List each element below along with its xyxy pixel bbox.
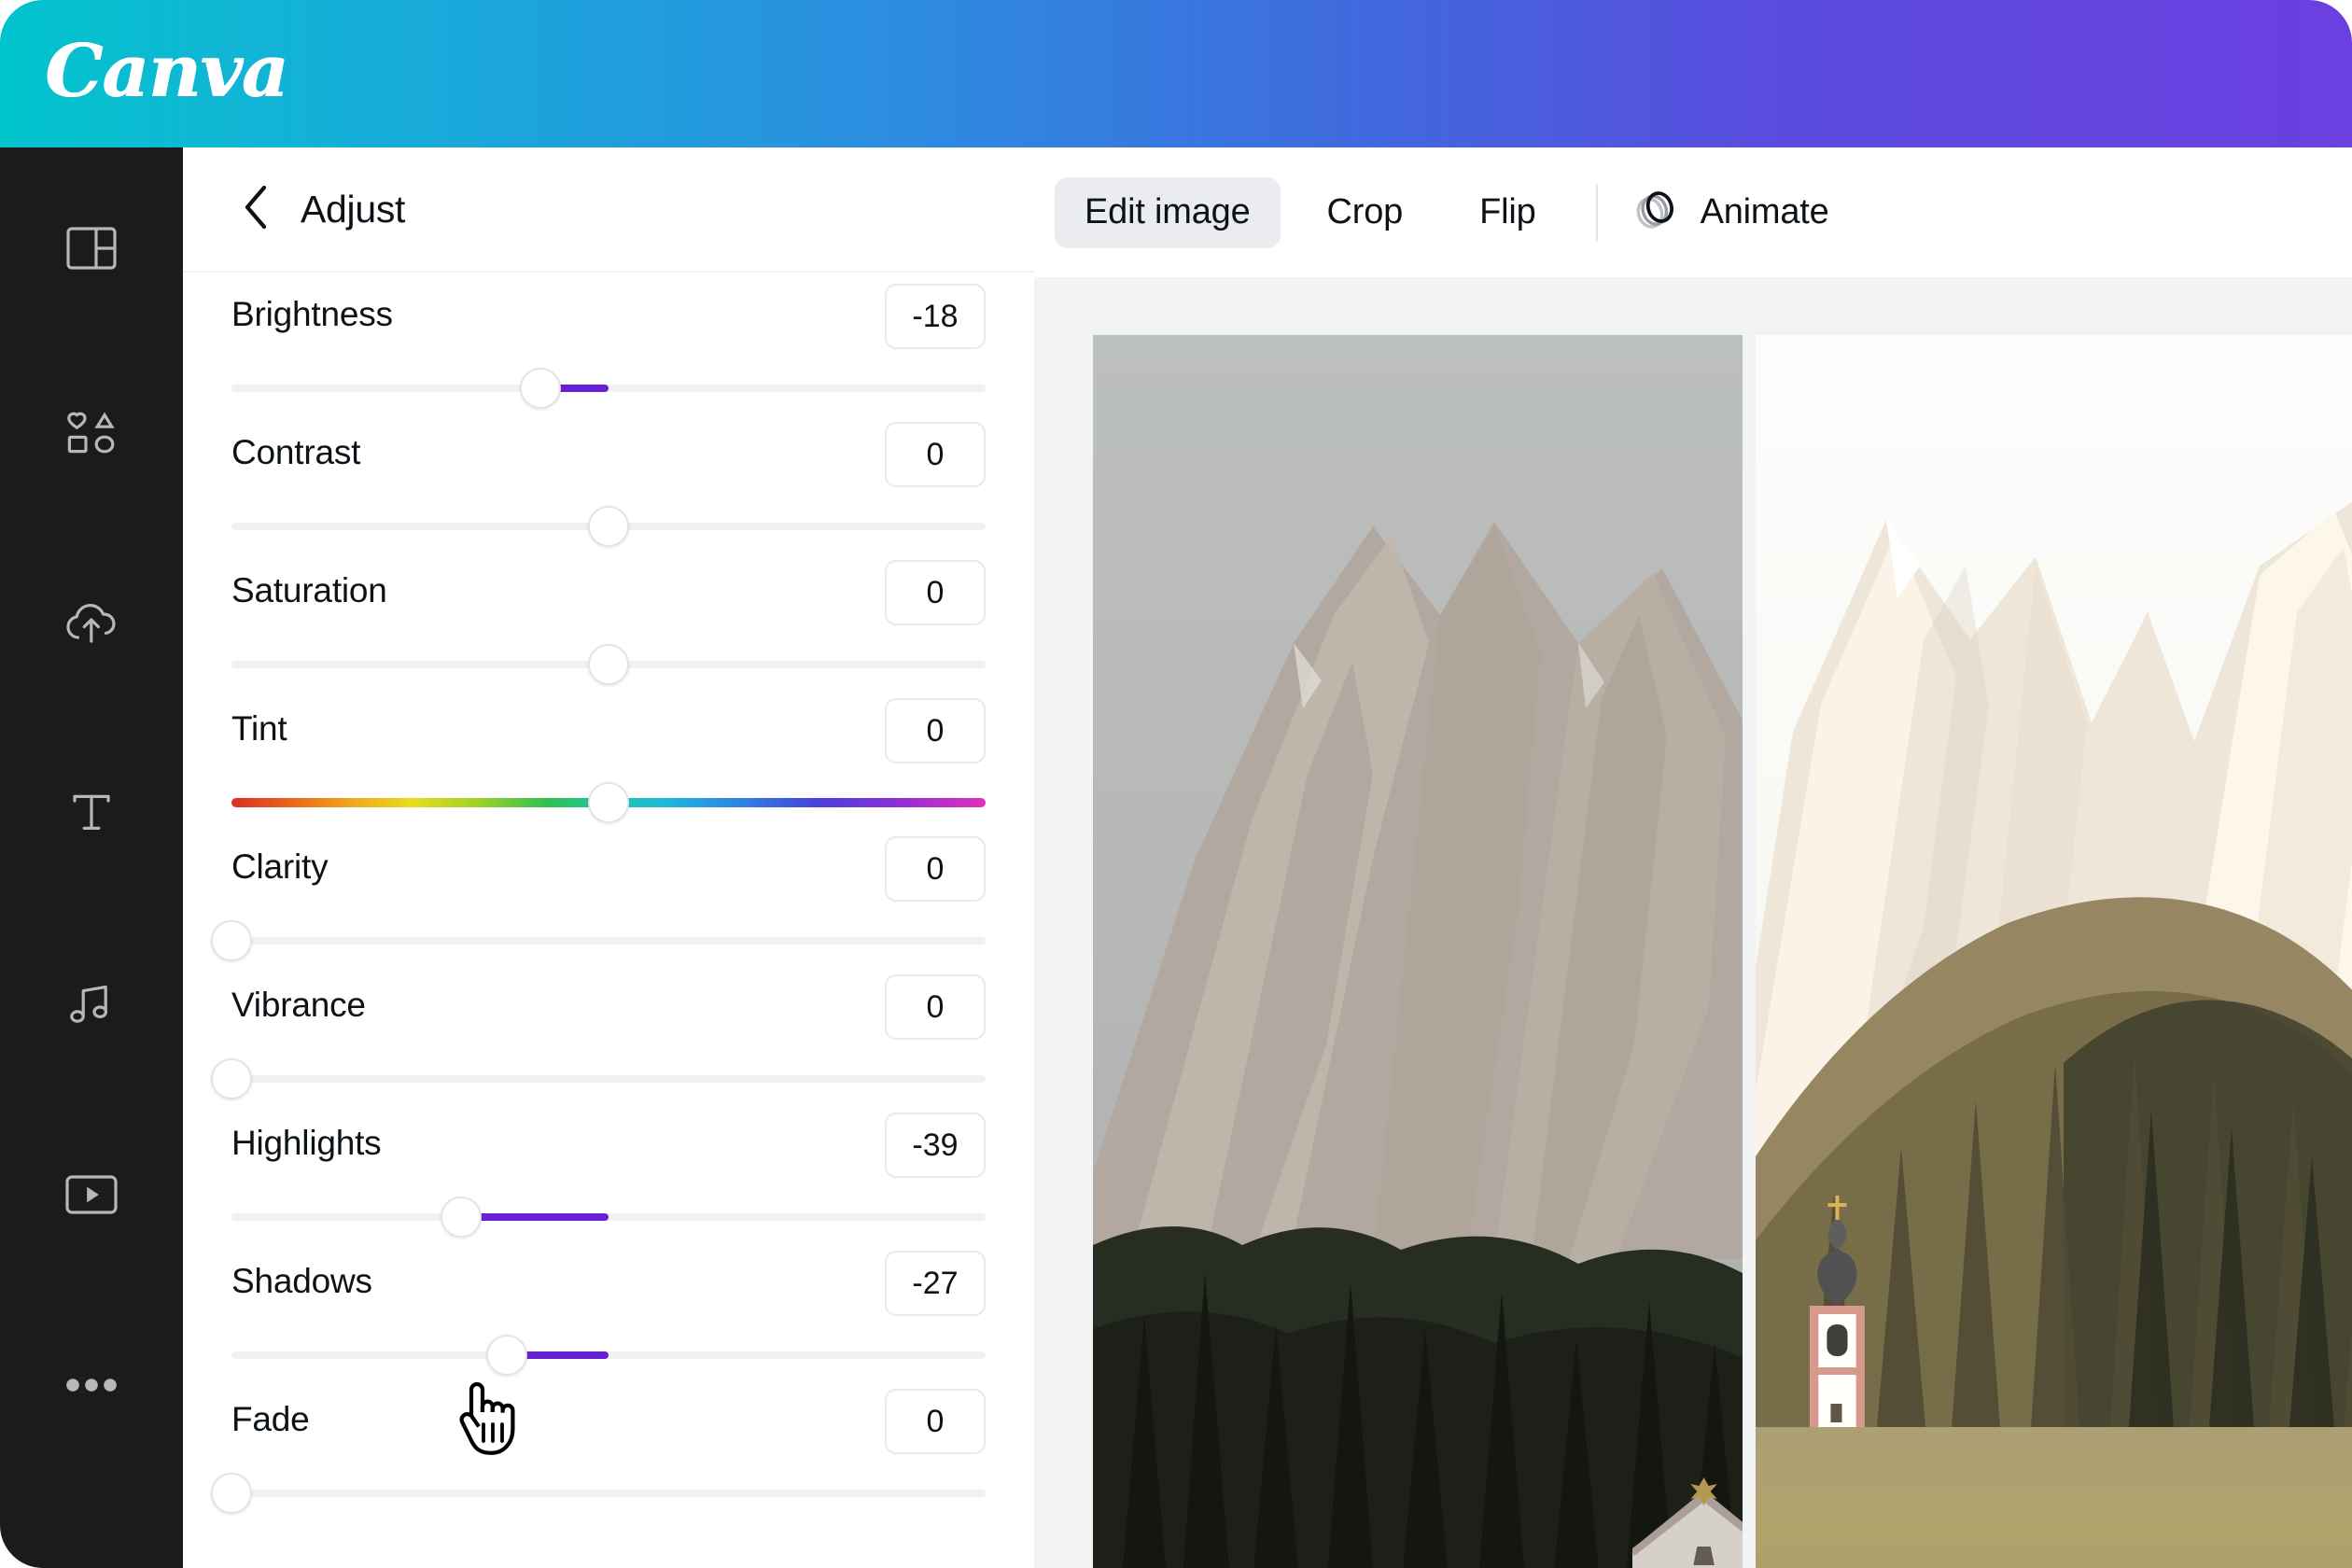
layout-grid-icon (66, 227, 117, 270)
slider-row-saturation: Saturation 0 (183, 547, 1034, 685)
back-button[interactable] (235, 188, 278, 231)
slider-fill (461, 1213, 609, 1221)
page-title: Adjust (301, 188, 405, 231)
slider-track-area[interactable] (231, 782, 986, 823)
slider-track[interactable] (231, 1213, 986, 1221)
animate-circles-icon (1630, 185, 1680, 240)
sidebar-item-videos[interactable] (0, 1146, 183, 1243)
slider-header: Highlights -39 (183, 1099, 1034, 1189)
sidebar-item-templates[interactable] (0, 200, 183, 297)
left-sidebar (0, 147, 183, 1568)
music-note-icon (67, 981, 116, 1028)
slider-track[interactable] (231, 1075, 986, 1083)
slider-track-area[interactable] (231, 1058, 986, 1099)
slider-value-input[interactable]: -39 (885, 1113, 986, 1178)
shapes-icon (65, 411, 118, 459)
tab-flip[interactable]: Flip (1449, 177, 1565, 248)
slider-track[interactable] (231, 1490, 986, 1497)
slider-track-area[interactable] (231, 1335, 986, 1376)
church-building (1632, 1474, 1743, 1568)
canvas-area: Edit image Crop Flip Animate (1034, 147, 2352, 1568)
slider-row-highlights: Highlights -39 (183, 1099, 1034, 1238)
slider-handle[interactable] (588, 782, 629, 823)
slider-track[interactable] (231, 937, 986, 945)
sidebar-item-elements[interactable] (0, 386, 183, 483)
slider-header: Shadows -27 (183, 1238, 1034, 1327)
slider-track-area[interactable] (231, 644, 986, 685)
slider-handle[interactable] (211, 1473, 252, 1514)
slider-row-clarity: Clarity 0 (183, 823, 1034, 961)
animate-button[interactable]: Animate (1622, 177, 1837, 248)
slider-header: Fade 0 (183, 1376, 1034, 1465)
photo-left[interactable] (1093, 335, 1743, 1568)
slider-handle[interactable] (588, 506, 629, 547)
tab-crop[interactable]: Crop (1297, 177, 1434, 248)
slider-header: Clarity 0 (183, 823, 1034, 913)
slider-value-input[interactable]: 0 (885, 1389, 986, 1454)
toolbar-divider (1596, 184, 1598, 242)
slider-row-tint: Tint 0 (183, 685, 1034, 823)
slider-header: Tint 0 (183, 685, 1034, 775)
slider-label: Saturation (231, 571, 387, 610)
app-header: Canva (0, 0, 2352, 147)
slider-header: Brightness -18 (183, 271, 1034, 360)
slider-value-input[interactable]: -27 (885, 1251, 986, 1316)
slider-label: Vibrance (231, 986, 366, 1025)
sidebar-item-text[interactable] (0, 763, 183, 861)
slider-label: Contrast (231, 433, 360, 472)
slider-value-input[interactable]: 0 (885, 422, 986, 487)
sidebar-item-audio[interactable] (0, 956, 183, 1053)
animate-label: Animate (1701, 192, 1829, 232)
slider-track[interactable] (231, 1351, 986, 1359)
slider-row-vibrance: Vibrance 0 (183, 961, 1034, 1099)
ellipsis-icon (65, 1378, 118, 1393)
slider-value-input[interactable]: 0 (885, 974, 986, 1040)
slider-header: Vibrance 0 (183, 961, 1034, 1051)
slider-handle[interactable] (520, 368, 561, 409)
photo-right[interactable] (1756, 335, 2352, 1568)
slider-track-area[interactable] (231, 1197, 986, 1238)
slider-row-brightness: Brightness -18 (183, 271, 1034, 409)
slider-label: Tint (231, 709, 287, 749)
sidebar-item-more[interactable] (0, 1337, 183, 1434)
slider-handle[interactable] (211, 1058, 252, 1099)
slider-label: Fade (231, 1400, 310, 1439)
tab-edit-image[interactable]: Edit image (1055, 177, 1281, 248)
slider-row-fade: Fade 0 (183, 1376, 1034, 1514)
slider-header: Contrast 0 (183, 409, 1034, 498)
slider-track-area[interactable] (231, 506, 986, 547)
slider-value-input[interactable]: 0 (885, 560, 986, 625)
slider-row-shadows: Shadows -27 (183, 1238, 1034, 1376)
slider-track-area[interactable] (231, 1473, 986, 1514)
adjust-panel: Adjust Brightness -18 Contrast 0 Saturation 0… (183, 147, 1034, 1568)
text-t-icon (68, 789, 115, 835)
sidebar-item-uploads[interactable] (0, 575, 183, 672)
slider-value-input[interactable]: 0 (885, 698, 986, 763)
canva-editor-window: Canva (0, 0, 2352, 1568)
slider-header: Saturation 0 (183, 547, 1034, 637)
chevron-left-icon (241, 183, 273, 236)
slider-handle[interactable] (486, 1335, 527, 1376)
image-toolbar: Edit image Crop Flip Animate (1034, 147, 2352, 277)
slider-handle[interactable] (441, 1197, 482, 1238)
adjust-panel-header: Adjust (183, 147, 1034, 271)
slider-value-input[interactable]: 0 (885, 836, 986, 902)
slider-track[interactable] (231, 385, 986, 392)
slider-value-input[interactable]: -18 (885, 284, 986, 349)
slider-label: Highlights (231, 1124, 381, 1163)
slider-track-area[interactable] (231, 368, 986, 409)
slider-label: Clarity (231, 847, 328, 887)
adjust-slider-list: Brightness-18Contrast0Saturation0Tint0Cl… (183, 271, 1034, 1568)
cloud-upload-icon (64, 603, 119, 644)
slider-row-contrast: Contrast 0 (183, 409, 1034, 547)
design-stage (1034, 277, 2352, 1568)
slider-handle[interactable] (211, 920, 252, 961)
slider-track-area[interactable] (231, 920, 986, 961)
slider-label: Brightness (231, 295, 393, 334)
canva-logo[interactable]: Canva (45, 21, 287, 123)
video-play-icon (65, 1175, 118, 1214)
slider-label: Shadows (231, 1262, 372, 1301)
slider-handle[interactable] (588, 644, 629, 685)
